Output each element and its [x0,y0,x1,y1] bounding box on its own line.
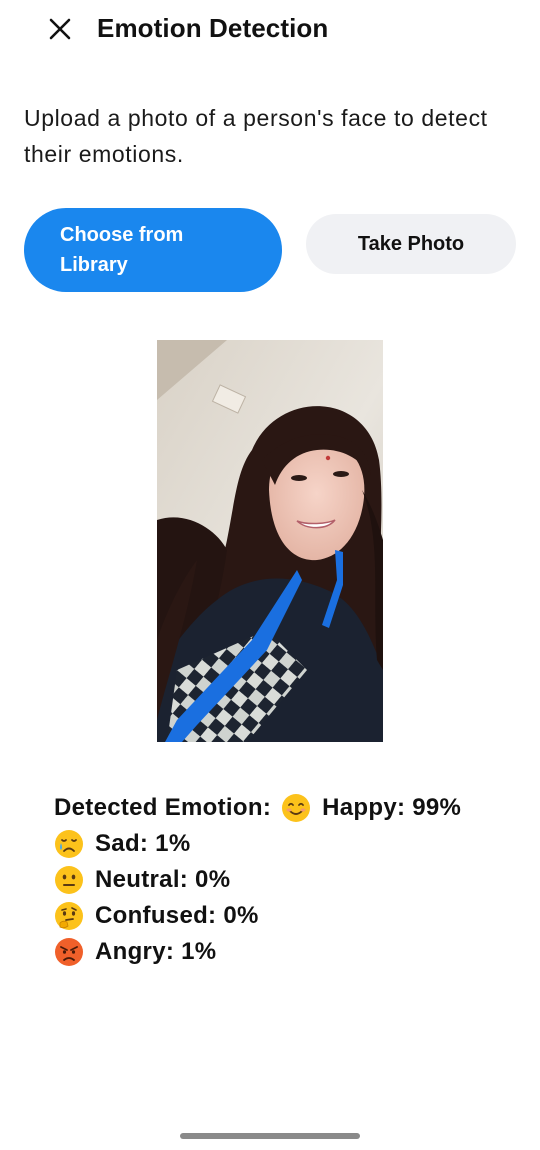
selected-photo [157,340,383,742]
emotion-neutral-text: Neutral: 0% [95,866,231,893]
emotion-detection-screen: Emotion Detection Upload a photo of a pe… [0,0,540,1150]
result-row-sad: Sad: 1% [54,826,524,862]
description-text: Upload a photo of a person's face to det… [24,105,488,167]
take-photo-label: Take Photo [357,232,465,255]
close-button[interactable] [40,10,80,48]
emotion-confused-text: Confused: 0% [95,902,259,929]
result-row-happy: Detected Emotion: Happy: 99% [54,790,524,826]
thinking-face-icon [54,901,84,931]
emotion-happy-text: Happy: 99% [322,794,462,821]
header: Emotion Detection [0,0,540,56]
emotion-angry-text: Angry: 1% [95,938,217,965]
neutral-face-icon [54,865,84,895]
take-photo-button[interactable]: Take Photo [306,214,516,274]
smiling-face-icon [281,793,311,823]
choose-from-library-label: Choose from Library [60,224,184,276]
result-row-neutral: Neutral: 0% [54,862,524,898]
close-icon [49,18,71,40]
home-indicator[interactable] [180,1133,360,1139]
emotion-sad-text: Sad: 1% [95,830,191,857]
choose-from-library-button[interactable]: Choose from Library [24,208,282,292]
detected-emotion-label: Detected Emotion: [54,794,272,821]
result-row-confused: Confused: 0% [54,898,524,934]
crying-face-icon [54,829,84,859]
angry-face-icon [54,937,84,967]
result-row-angry: Angry: 1% [54,934,524,970]
results-panel: Detected Emotion: Happy: 99% Sad: 1% Neu… [54,790,524,970]
page-title: Emotion Detection [97,13,329,43]
